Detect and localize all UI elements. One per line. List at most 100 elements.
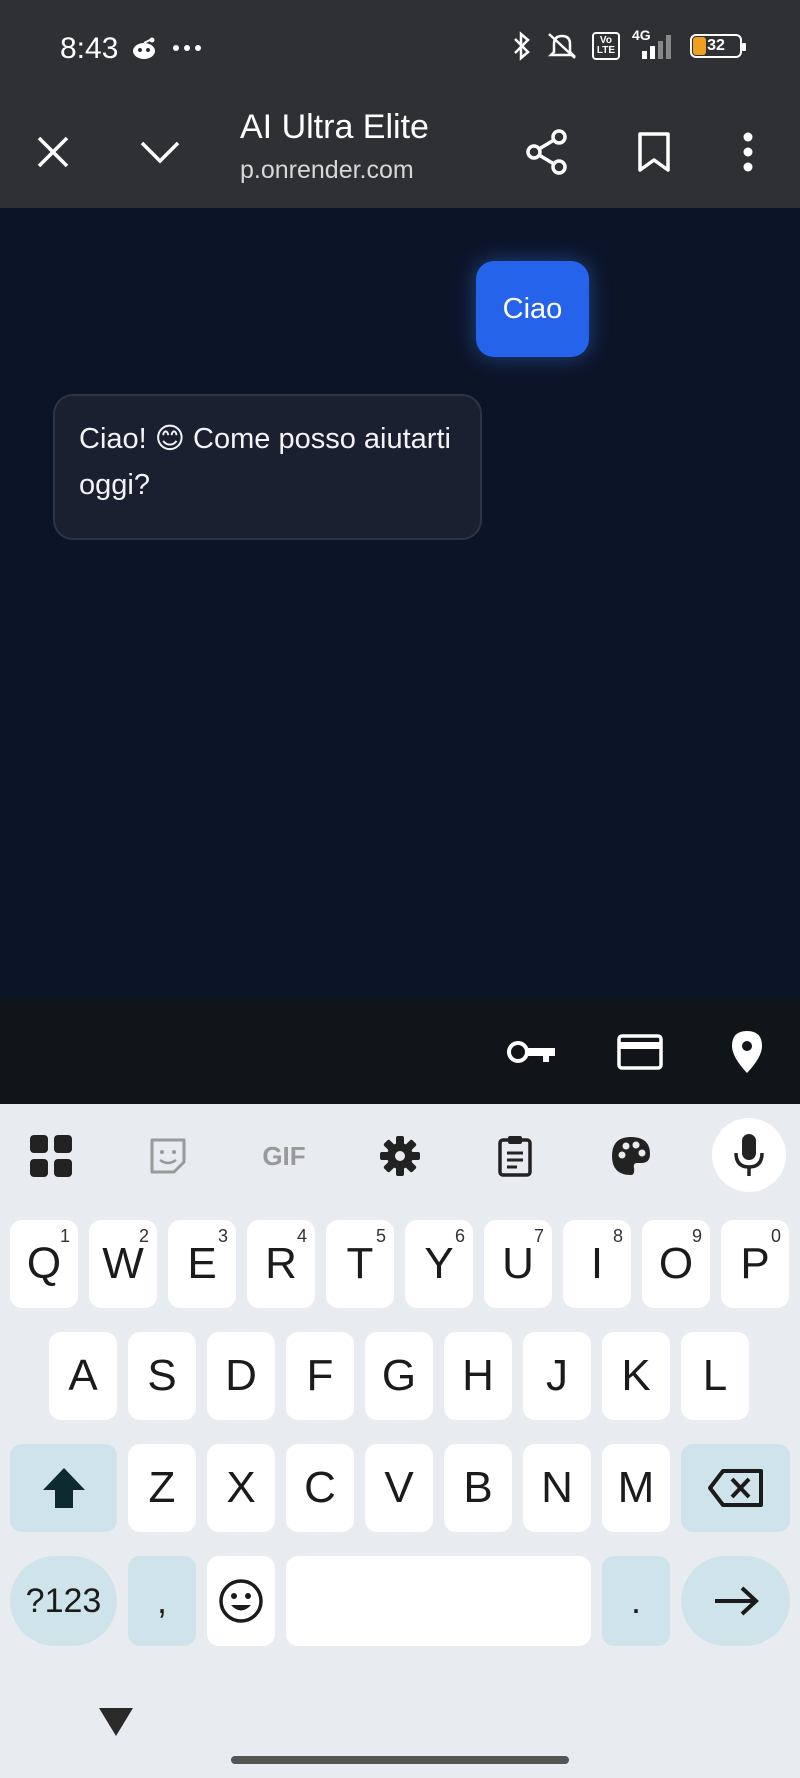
- key-hint: 1: [59, 1226, 70, 1246]
- key-label: R: [265, 1239, 297, 1288]
- key-hint: 3: [217, 1226, 228, 1246]
- minimize-button[interactable]: [132, 124, 188, 180]
- battery-icon: 32: [690, 34, 746, 58]
- bookmark-button[interactable]: [626, 124, 682, 180]
- key-y[interactable]: Y6: [405, 1220, 473, 1308]
- user-message-bubble[interactable]: Ciao: [476, 261, 589, 357]
- key-label: W: [102, 1239, 144, 1288]
- gear-icon: [380, 1136, 420, 1176]
- key-label: P: [740, 1239, 770, 1288]
- shift-icon: [42, 1468, 85, 1508]
- share-button[interactable]: [519, 124, 575, 180]
- key-q[interactable]: Q1: [10, 1220, 78, 1308]
- passwords-button[interactable]: [504, 1024, 560, 1080]
- key-s[interactable]: S: [128, 1332, 196, 1420]
- signal-icon: 4G: [632, 27, 678, 61]
- key-a[interactable]: A: [49, 1332, 117, 1420]
- key-w[interactable]: W2: [89, 1220, 157, 1308]
- muted-bell-icon: [547, 33, 576, 59]
- more-options-button[interactable]: [720, 124, 776, 180]
- key-f[interactable]: F: [286, 1332, 354, 1420]
- battery-level: 32: [707, 37, 725, 54]
- page-title: AI Ultra Elite: [240, 108, 429, 146]
- location-pin-icon: [732, 1031, 762, 1073]
- status-system-icons: Vo LTE 4G 32: [512, 27, 746, 62]
- volte-bottom-text: LTE: [596, 45, 615, 56]
- key-h[interactable]: H: [444, 1332, 512, 1420]
- palette-icon: [612, 1137, 650, 1175]
- reddit-icon: [133, 37, 155, 59]
- status-bar: 8:43 Vo LTE 4G 32: [0, 0, 800, 96]
- key-i[interactable]: I8: [563, 1220, 631, 1308]
- theme-button[interactable]: [599, 1124, 663, 1188]
- space-key[interactable]: [286, 1556, 591, 1646]
- key-u[interactable]: U7: [484, 1220, 552, 1308]
- key-l[interactable]: L: [681, 1332, 749, 1420]
- apps-button[interactable]: [19, 1124, 83, 1188]
- key-label: Q: [26, 1239, 62, 1288]
- key-n[interactable]: N: [523, 1444, 591, 1532]
- assistant-message-bubble: Ciao! 😊 Come posso aiutarti oggi?: [53, 394, 482, 540]
- sticker-icon: [150, 1138, 186, 1174]
- home-gesture-bar[interactable]: [231, 1756, 569, 1764]
- period-key[interactable]: .: [602, 1556, 670, 1646]
- voice-input-button[interactable]: [712, 1118, 786, 1192]
- shift-key[interactable]: [10, 1444, 117, 1532]
- key-label: E: [187, 1239, 217, 1288]
- clipboard-icon: [498, 1136, 532, 1177]
- key-label: U: [502, 1239, 534, 1288]
- key-hint: 4: [296, 1226, 307, 1246]
- addresses-button[interactable]: [719, 1024, 775, 1080]
- enter-key[interactable]: [681, 1556, 790, 1646]
- key-hint: 5: [375, 1226, 386, 1246]
- symbols-key[interactable]: ?123: [10, 1556, 117, 1646]
- key-b[interactable]: B: [444, 1444, 512, 1532]
- backspace-key[interactable]: [681, 1444, 790, 1532]
- payment-cards-button[interactable]: [612, 1024, 668, 1080]
- hide-keyboard-icon[interactable]: [96, 1702, 136, 1742]
- key-hint: 8: [612, 1226, 623, 1246]
- close-tab-button[interactable]: [25, 124, 81, 180]
- key-j[interactable]: J: [523, 1332, 591, 1420]
- key-p[interactable]: P0: [721, 1220, 789, 1308]
- key-hint: 6: [454, 1226, 465, 1246]
- autofill-bar: [0, 998, 800, 1104]
- status-time: 8:43: [60, 32, 119, 65]
- share-icon: [526, 129, 567, 175]
- key-label: T: [346, 1239, 374, 1288]
- key-hint: 2: [138, 1226, 149, 1246]
- chevron-down-icon: [140, 141, 180, 164]
- status-notification-icons: [130, 34, 202, 62]
- page-url[interactable]: p.onrender.com: [240, 156, 430, 185]
- emoji-key[interactable]: [207, 1556, 275, 1646]
- key-t[interactable]: T5: [326, 1220, 394, 1308]
- volte-icon: Vo LTE: [591, 32, 620, 60]
- key-g[interactable]: G: [365, 1332, 433, 1420]
- key-hint: 0: [770, 1226, 781, 1246]
- key-v[interactable]: V: [365, 1444, 433, 1532]
- gif-button[interactable]: GIF: [252, 1124, 316, 1188]
- settings-button[interactable]: [368, 1124, 432, 1188]
- key-o[interactable]: O9: [642, 1220, 710, 1308]
- more-vertical-icon: [743, 132, 753, 172]
- key-x[interactable]: X: [207, 1444, 275, 1532]
- key-d[interactable]: D: [207, 1332, 275, 1420]
- clipboard-button[interactable]: [483, 1124, 547, 1188]
- key-m[interactable]: M: [602, 1444, 670, 1532]
- apps-grid-icon: [30, 1135, 72, 1177]
- key-label: Y: [424, 1239, 454, 1288]
- sticker-button[interactable]: [136, 1124, 200, 1188]
- keyboard: GIF Q 1 W 2 E 3 R 4 T 5 Y 6 U 7 I 8 O 9 …: [0, 1104, 800, 1778]
- key-k[interactable]: K: [602, 1332, 670, 1420]
- key-hint: 9: [691, 1226, 702, 1246]
- key-z[interactable]: Z: [128, 1444, 196, 1532]
- key-e[interactable]: E3: [168, 1220, 236, 1308]
- more-notifications-icon: [173, 45, 201, 51]
- backspace-icon: [707, 1469, 763, 1507]
- browser-toolbar: AI Ultra Elite p.onrender.com: [0, 96, 800, 208]
- key-r[interactable]: R4: [247, 1220, 315, 1308]
- key-c[interactable]: C: [286, 1444, 354, 1532]
- comma-key[interactable]: ,: [128, 1556, 196, 1646]
- bluetooth-icon: [513, 31, 530, 61]
- credit-card-icon: [617, 1034, 663, 1070]
